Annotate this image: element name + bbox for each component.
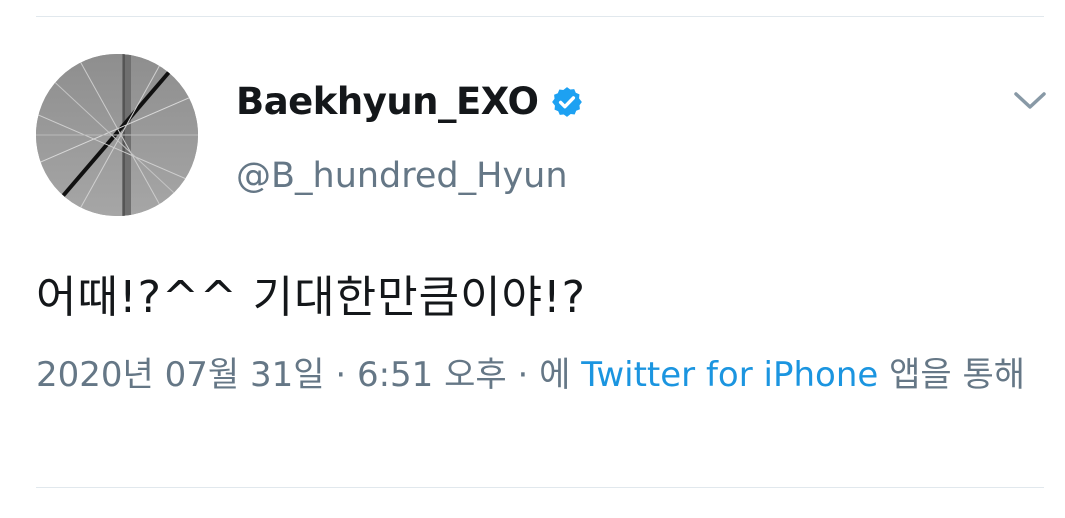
tweet-meta: 2020년 07월 31일 · 6:51 오후 · 에 Twitter for … <box>36 350 1036 400</box>
avatar-image <box>36 54 198 216</box>
tweet-text: 어때!?^^ 기대한만큼이야!? <box>36 272 587 323</box>
source-prefix: 에 <box>539 355 571 395</box>
chevron-down-icon[interactable] <box>1010 82 1050 118</box>
avatar[interactable] <box>36 54 198 216</box>
source-suffix: 앱을 통해 <box>889 355 1026 395</box>
author-handle[interactable]: @B_hundred_Hyun <box>236 154 568 198</box>
author-display-name[interactable]: Baekhyun_EXO <box>236 80 584 124</box>
meta-separator: · <box>517 355 529 395</box>
bottom-divider <box>36 487 1044 488</box>
top-divider <box>36 16 1044 17</box>
tweet-date[interactable]: 2020년 07월 31일 <box>36 355 325 395</box>
verified-badge-icon <box>552 87 583 117</box>
tweet-time[interactable]: 6:51 오후 <box>357 355 507 395</box>
source-app-link[interactable]: Twitter for iPhone <box>581 355 878 395</box>
meta-separator: · <box>335 355 347 395</box>
display-name-text[interactable]: Baekhyun_EXO <box>236 80 539 124</box>
